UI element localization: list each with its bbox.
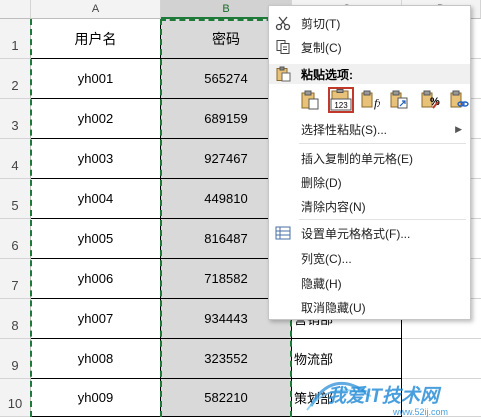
menu-item-format-cells-label: 设置单元格格式(F)... [301,226,411,241]
menu-item-delete[interactable]: 删除(D) [269,171,470,193]
scissors-icon [275,16,291,31]
menu-item-insert-copied-label: 插入复制的单元格(E) [301,151,413,166]
menu-item-paste-special[interactable]: 选择性粘贴(S)... ▶ [269,118,470,140]
paste-link-button[interactable] [446,87,472,113]
menu-item-column-width[interactable]: 列宽(C)... [269,247,470,269]
menu-item-delete-label: 删除(D) [301,175,342,190]
copy-icon [276,40,290,54]
cell-b-row-10[interactable]: 582210 [161,379,292,417]
cell-b-row-9[interactable]: 323552 [161,339,292,379]
cell-a-row-9[interactable]: yh008 [31,339,161,379]
watermark-url: www.52ij.com [392,407,448,417]
paste-formulas-button[interactable]: fx [357,87,383,113]
paste-values-icon: 123 [330,89,352,111]
cell-a-row-4[interactable]: yh003 [31,139,161,179]
menu-item-format-cells[interactable]: 设置单元格格式(F)... [269,222,470,244]
paste-icon [301,90,319,110]
row-header[interactable]: 2 [0,59,31,99]
paste-options-header: 粘贴选项: [269,64,470,84]
paste-values-button[interactable]: 123 [328,87,354,113]
submenu-arrow-icon: ▶ [455,123,462,134]
cell-a-row-3[interactable]: yh002 [31,99,161,139]
row-header[interactable]: 4 [0,139,31,179]
paste-formatting-button[interactable]: % [417,87,443,113]
menu-item-insert-copied[interactable]: 插入复制的单元格(E) [269,147,470,169]
cell-a-row-10[interactable]: yh009 [31,379,161,417]
row-header[interactable]: 3 [0,99,31,139]
menu-item-cut-label: 剪切(T) [301,16,341,31]
row-header[interactable]: 8 [0,299,31,339]
cell-a-row-5[interactable]: yh004 [31,179,161,219]
menu-item-copy-label: 复制(C) [301,40,342,55]
menu-item-unhide[interactable]: 取消隐藏(U) [269,296,470,318]
paste-transpose-button[interactable] [386,87,412,113]
menu-separator [299,219,466,220]
paste-options-label: 粘贴选项: [301,67,353,82]
menu-item-cut[interactable]: 剪切(T) [269,12,470,34]
paste-formatting-icon: % [421,90,440,109]
row-header[interactable]: 10 [0,379,31,417]
menu-item-clear-contents[interactable]: 清除内容(N) [269,195,470,217]
menu-separator [299,143,466,144]
paste-link-icon [450,90,469,108]
context-menu: 剪切(T) 复制(C) 粘贴选项: 123 f % 选择性粘贴(S)... ▶ … [268,5,471,320]
menu-item-column-width-label: 列宽(C)... [301,251,352,266]
cell-a-row-7[interactable]: yh006 [31,259,161,299]
paste-default-button[interactable] [297,87,323,113]
row-header[interactable]: 5 [0,179,31,219]
menu-item-copy[interactable]: 复制(C) [269,36,470,58]
row-header[interactable]: 9 [0,339,31,379]
row-header[interactable]: 1 [0,19,31,59]
cell-a-row-2[interactable]: yh001 [31,59,161,99]
watermark-title: 我爱IT技术网 [327,385,442,407]
menu-item-clear-contents-label: 清除内容(N) [301,199,366,214]
menu-item-paste-special-label: 选择性粘贴(S)... [301,122,387,137]
clipboard-icon [276,66,291,82]
cell-a-row-8[interactable]: yh007 [31,299,161,339]
menu-item-hide[interactable]: 隐藏(H) [269,272,470,294]
watermark-logo: 我爱IT技术网 www.52ij.com [306,382,448,417]
row-header[interactable]: 7 [0,259,31,299]
column-header-a[interactable]: A [31,0,161,19]
svg-text:fx: fx [374,96,380,110]
select-all-corner[interactable] [0,0,31,19]
cell-a-row-6[interactable]: yh005 [31,219,161,259]
menu-item-hide-label: 隐藏(H) [301,276,342,291]
row-header[interactable]: 6 [0,219,31,259]
paste-values-icon-text: 123 [334,101,348,110]
menu-item-unhide-label: 取消隐藏(U) [301,300,366,315]
paste-transpose-icon [390,90,408,109]
paste-formula-icon: fx [361,90,380,110]
format-cells-icon [275,226,291,240]
cell-a-row-1[interactable]: 用户名 [31,19,161,59]
